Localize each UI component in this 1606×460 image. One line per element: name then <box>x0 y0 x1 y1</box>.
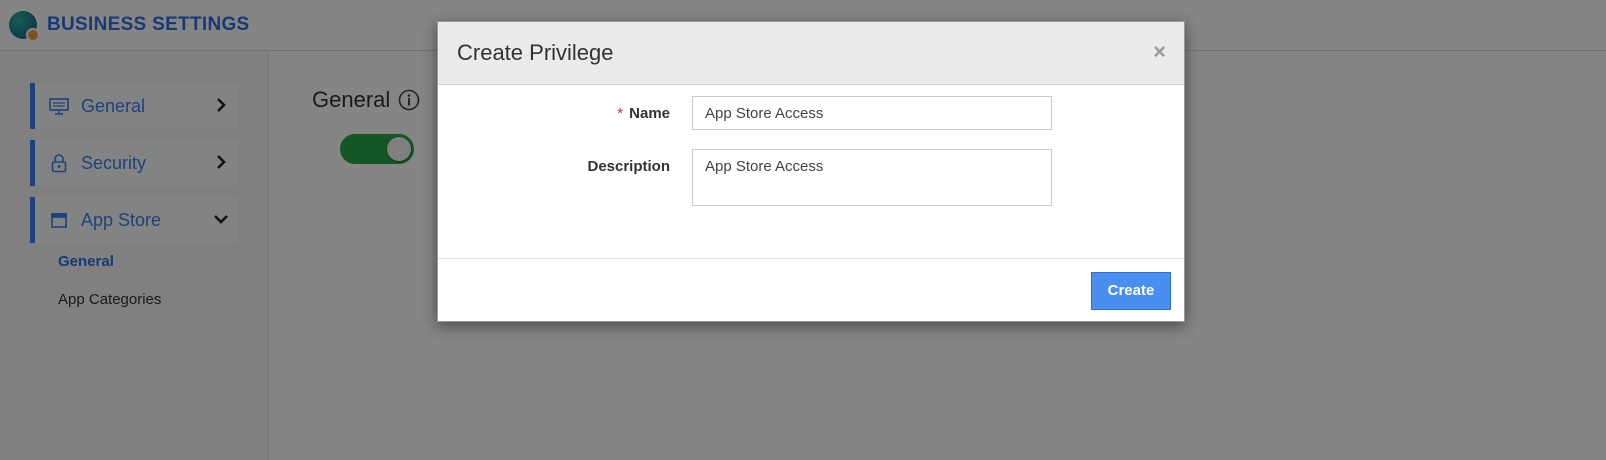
name-field[interactable]: App Store Access <box>692 96 1052 130</box>
close-icon[interactable]: × <box>1153 39 1166 65</box>
page: BUSINESS SETTINGS General Security App S… <box>0 0 1606 460</box>
name-label-text: Name <box>629 105 670 122</box>
description-label: Description <box>587 158 670 175</box>
required-marker: * <box>617 105 624 122</box>
create-button[interactable]: Create <box>1091 272 1171 310</box>
create-privilege-modal: Create Privilege × * Name App Store Acces… <box>437 21 1185 322</box>
modal-divider <box>438 258 1184 259</box>
description-field[interactable]: App Store Access <box>692 149 1052 206</box>
modal-title: Create Privilege <box>457 40 614 65</box>
name-label: * Name <box>617 105 670 122</box>
modal-header: Create Privilege × <box>438 22 1184 85</box>
